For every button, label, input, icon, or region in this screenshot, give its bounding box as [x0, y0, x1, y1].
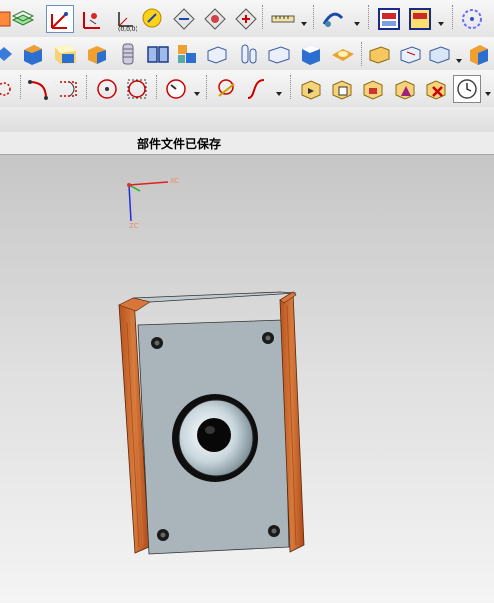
wcs-display-icon[interactable]	[10, 6, 36, 32]
cabinet-top-face	[132, 291, 297, 303]
cylinder-icon[interactable]	[52, 41, 78, 67]
edge-blend-icon[interactable]	[298, 41, 324, 67]
status-bar: 部件文件已保存	[0, 132, 494, 155]
wcs-reset-icon[interactable]	[233, 6, 259, 32]
wcs-orient-icon[interactable]	[140, 6, 166, 32]
feature-edit-icon[interactable]	[392, 76, 418, 102]
graphics-viewport[interactable]: XC ZC	[0, 155, 494, 603]
feature-replace-icon[interactable]	[360, 76, 386, 102]
screw-top-right	[262, 332, 274, 344]
arc-icon[interactable]	[26, 76, 52, 102]
snap-point-icon[interactable]	[459, 6, 485, 32]
box-icon[interactable]	[84, 41, 110, 67]
point-icon[interactable]	[0, 76, 18, 102]
feature-move-icon[interactable]	[329, 76, 355, 102]
wcs-triad: XC ZC	[127, 177, 179, 230]
toolbar-row-2	[0, 37, 494, 71]
toolbar-row-3	[0, 70, 494, 108]
clock-icon[interactable]	[453, 75, 481, 103]
wcs-rotate-icon[interactable]: (0,0,0)	[111, 6, 137, 32]
circle-icon[interactable]	[94, 76, 120, 102]
wcs-origin-icon[interactable]	[78, 6, 104, 32]
screw-top-left	[151, 337, 163, 349]
wcs-csys-icon[interactable]	[202, 6, 228, 32]
triad-x-label: XC	[170, 177, 179, 185]
solid-icon[interactable]	[466, 41, 492, 67]
line-icon[interactable]	[56, 76, 82, 102]
screw-bottom-left	[157, 529, 169, 541]
svg-text:(0,0,0): (0,0,0)	[118, 26, 137, 32]
wcs-save-icon[interactable]	[171, 6, 197, 32]
wcs-dynamic-icon[interactable]	[46, 5, 74, 33]
circle-fit-icon[interactable]	[124, 76, 150, 102]
analysis-icon[interactable]	[320, 6, 346, 32]
screw-bottom-right	[268, 525, 280, 537]
cylinder-tall-icon[interactable]	[236, 41, 262, 67]
gauge-icon[interactable]	[163, 76, 189, 102]
thread-icon[interactable]	[115, 41, 141, 67]
speaker-cabinet-model[interactable]	[118, 291, 305, 555]
view-section-icon[interactable]	[407, 6, 433, 32]
toolbar-row-1: (0,0,0)	[0, 0, 494, 38]
status-message: 部件文件已保存	[137, 137, 222, 151]
rotate-face-icon[interactable]	[330, 41, 356, 67]
shell-icon[interactable]	[398, 41, 424, 67]
block-icon[interactable]	[20, 41, 46, 67]
feature-delete-icon[interactable]	[423, 76, 449, 102]
view-layout-icon[interactable]	[376, 6, 402, 32]
hollow-icon[interactable]	[427, 41, 453, 67]
extrude-icon[interactable]	[0, 41, 16, 67]
feature-play-icon[interactable]	[298, 76, 324, 102]
sheet-icon[interactable]	[174, 41, 200, 67]
triad-z-label: ZC	[129, 222, 139, 230]
cylinder-solid-icon[interactable]	[204, 41, 230, 67]
book-icon[interactable]	[145, 41, 171, 67]
spline-curve-icon[interactable]	[214, 76, 240, 102]
offset-icon[interactable]	[367, 41, 393, 67]
toolbar-empty-band	[0, 107, 494, 133]
s-curve-icon[interactable]	[244, 76, 270, 102]
measure-distance-icon[interactable]	[270, 6, 296, 32]
speaker-driver	[172, 394, 258, 482]
cube-icon[interactable]	[266, 41, 292, 67]
